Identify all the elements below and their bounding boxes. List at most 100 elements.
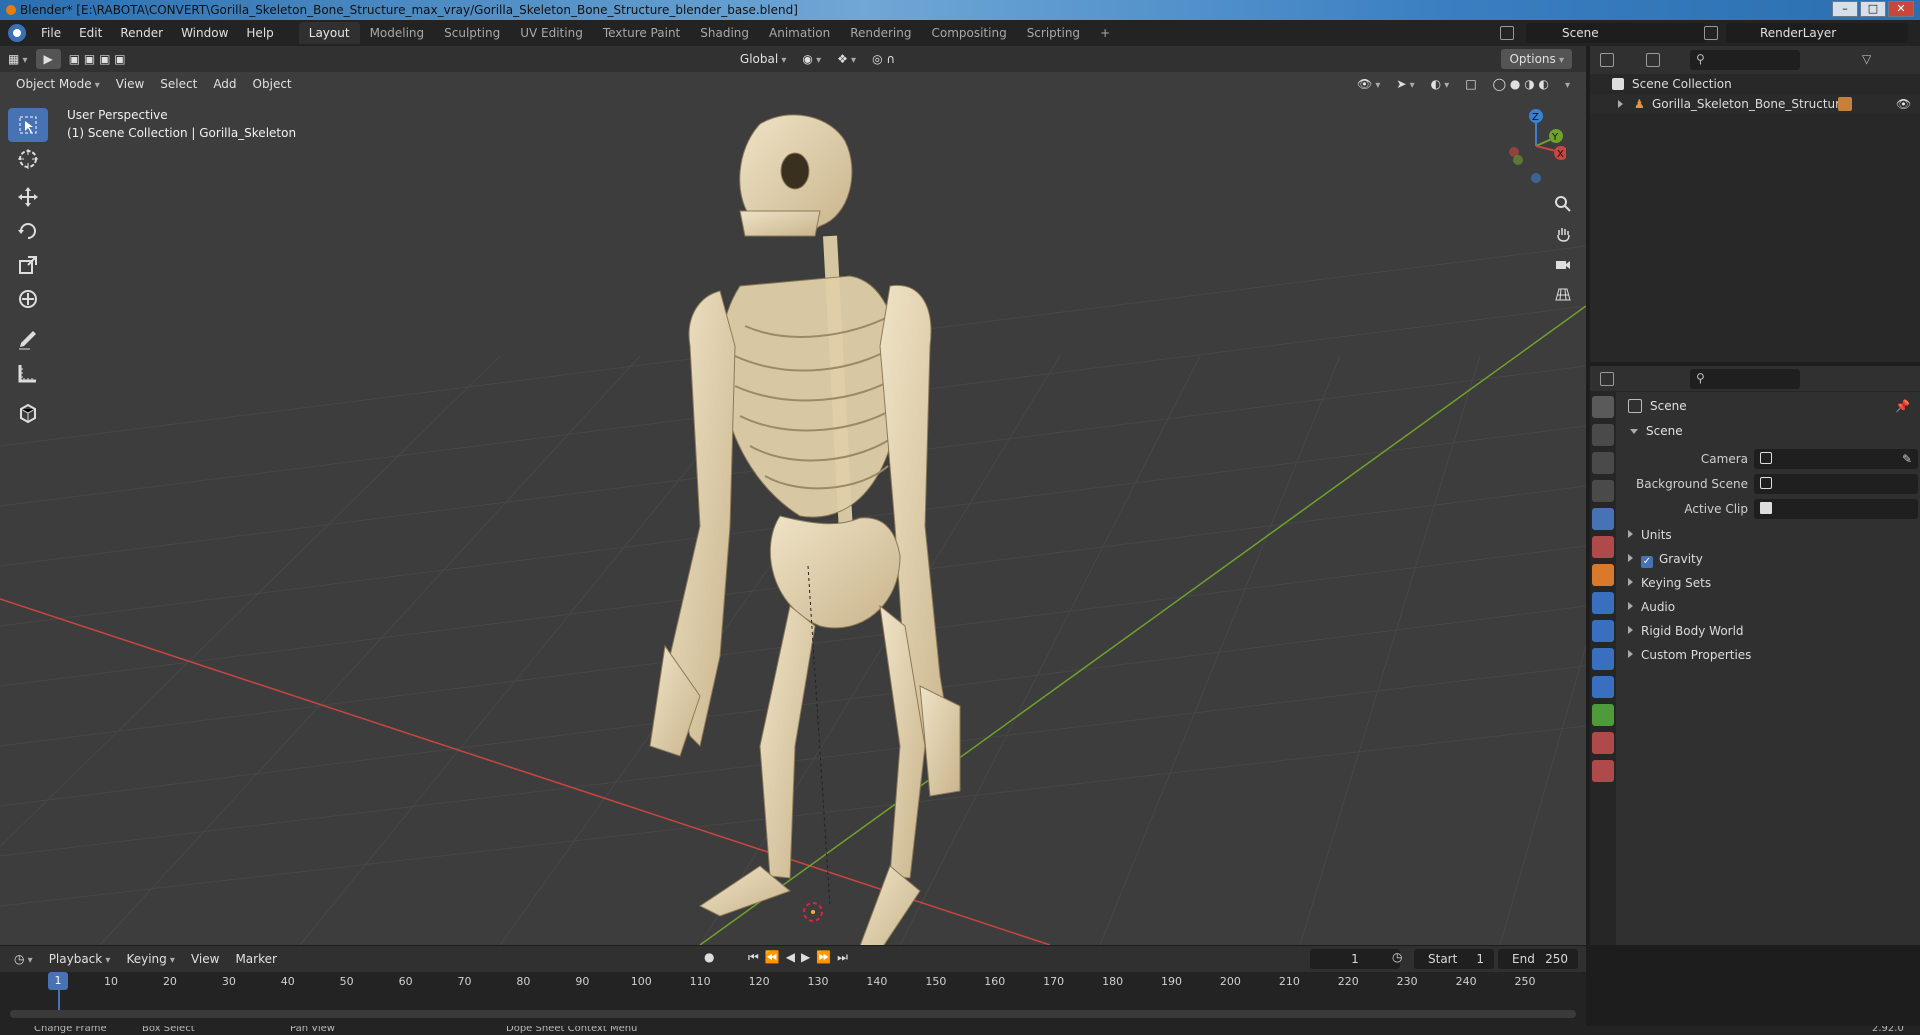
scene-tab-icon[interactable] bbox=[1592, 508, 1614, 530]
menu-object[interactable]: Object bbox=[245, 74, 300, 94]
material-tab-icon[interactable] bbox=[1592, 732, 1614, 754]
active-clip-field[interactable] bbox=[1754, 499, 1918, 519]
playback-controls-icons[interactable]: ⏮⏪◀▶⏩⏭ bbox=[748, 950, 854, 965]
timeline-ruler[interactable]: 10 20 30 40 50 60 70 80 90 100 110 120 130 140 150 160 1… bbox=[0, 972, 1586, 992]
outliner-search-input[interactable] bbox=[1690, 50, 1800, 70]
camera-field[interactable]: ✎ bbox=[1754, 449, 1918, 469]
custom-properties-subsection[interactable]: Custom Properties bbox=[1628, 645, 1751, 665]
expand-arrow-icon[interactable] bbox=[1618, 100, 1623, 108]
gizmo-neg-y[interactable] bbox=[1513, 155, 1523, 165]
keying-sets-subsection[interactable]: Keying Sets bbox=[1628, 573, 1711, 593]
scene-section-header[interactable]: Scene bbox=[1618, 420, 1920, 442]
options-dropdown[interactable]: Options bbox=[1501, 49, 1572, 69]
render-layer-selector[interactable]: RenderLayer bbox=[1704, 23, 1908, 43]
close-button[interactable]: ✕ bbox=[1888, 1, 1914, 17]
shading-mode-icons[interactable]: ◯ ● ◑ ◐ bbox=[1485, 74, 1557, 94]
timeline-editor-icon[interactable]: ◷ bbox=[6, 949, 41, 969]
tab-shading[interactable]: Shading bbox=[690, 22, 759, 44]
transform-tool[interactable] bbox=[8, 282, 48, 316]
eyedropper-icon[interactable]: ✎ bbox=[1902, 449, 1912, 469]
pivot-point-icon[interactable]: ◉ bbox=[794, 49, 829, 69]
record-icon[interactable]: ● bbox=[704, 950, 714, 964]
menu-select[interactable]: Select bbox=[152, 74, 205, 94]
menu-playback[interactable]: Playback bbox=[41, 949, 119, 969]
tab-rendering[interactable]: Rendering bbox=[840, 22, 921, 44]
pin-icon[interactable]: 📌 bbox=[1895, 392, 1910, 420]
gizmo-toggle-icon[interactable]: ➤ bbox=[1388, 74, 1422, 94]
camera-view-icon[interactable] bbox=[1551, 252, 1575, 276]
menu-edit[interactable]: Edit bbox=[70, 20, 111, 46]
editor-type-button[interactable]: ▦ bbox=[0, 49, 36, 69]
world-tab-icon[interactable] bbox=[1592, 536, 1614, 558]
texture-tab-icon[interactable] bbox=[1592, 760, 1614, 782]
outliner-scene-collection[interactable]: Scene Collection bbox=[1590, 74, 1920, 94]
modifier-tab-icon[interactable] bbox=[1592, 592, 1614, 614]
selection-mode-icons[interactable]: ▣ ▣ ▣ ▣ bbox=[61, 49, 134, 69]
move-tool[interactable] bbox=[8, 180, 48, 214]
tab-animation[interactable]: Animation bbox=[759, 22, 840, 44]
properties-search-input[interactable] bbox=[1690, 369, 1800, 389]
add-workspace-button[interactable]: + bbox=[1090, 22, 1120, 44]
start-frame-field[interactable]: Start 1 bbox=[1414, 949, 1494, 969]
preview-range-icon[interactable]: ◷ bbox=[1392, 950, 1402, 964]
timeline-scrollbar[interactable] bbox=[10, 1010, 1576, 1018]
tab-compositing[interactable]: Compositing bbox=[921, 22, 1016, 44]
rotate-tool[interactable] bbox=[8, 214, 48, 248]
filter-icon[interactable]: ▽ bbox=[1862, 52, 1871, 66]
visibility-icon[interactable]: 👁 bbox=[1349, 74, 1388, 94]
menu-render[interactable]: Render bbox=[111, 20, 172, 46]
menu-marker[interactable]: Marker bbox=[227, 949, 284, 969]
menu-file[interactable]: File bbox=[32, 20, 70, 46]
menu-view[interactable]: View bbox=[108, 74, 152, 94]
audio-subsection[interactable]: Audio bbox=[1628, 597, 1675, 617]
particles-tab-icon[interactable] bbox=[1592, 620, 1614, 642]
scene-selector[interactable]: Scene bbox=[1500, 23, 1706, 43]
proportional-edit-icon[interactable]: ◎ ∩ bbox=[864, 49, 903, 69]
xray-toggle-icon[interactable]: □ bbox=[1457, 74, 1484, 94]
current-frame-field[interactable]: 1 bbox=[1310, 949, 1400, 969]
menu-help[interactable]: Help bbox=[237, 20, 282, 46]
armature-data-icon[interactable] bbox=[1838, 97, 1852, 111]
gravity-subsection[interactable]: ✓ Gravity bbox=[1628, 549, 1703, 569]
object-tab-icon[interactable] bbox=[1592, 564, 1614, 586]
tab-scripting[interactable]: Scripting bbox=[1017, 22, 1090, 44]
select-box-tool[interactable] bbox=[8, 108, 48, 142]
units-subsection[interactable]: Units bbox=[1628, 525, 1672, 545]
minimize-button[interactable]: – bbox=[1832, 1, 1858, 17]
snap-icon[interactable]: ❖ bbox=[829, 49, 864, 69]
render-tab-icon[interactable] bbox=[1592, 424, 1614, 446]
tab-sculpting[interactable]: Sculpting bbox=[434, 22, 510, 44]
outliner-editor-icon[interactable] bbox=[1600, 53, 1614, 67]
gizmo-neg-z[interactable] bbox=[1531, 173, 1541, 183]
measure-tool[interactable] bbox=[8, 356, 48, 390]
output-tab-icon[interactable] bbox=[1592, 452, 1614, 474]
tab-layout[interactable]: Layout bbox=[298, 22, 360, 44]
physics-tab-icon[interactable] bbox=[1592, 648, 1614, 670]
ortho-grid-icon[interactable] bbox=[1551, 282, 1575, 306]
playhead-frame[interactable]: 1 bbox=[48, 972, 68, 990]
display-mode-icon[interactable] bbox=[1646, 53, 1660, 67]
cursor-tool[interactable] bbox=[8, 142, 48, 176]
overlay-toggle-icon[interactable]: ◐ bbox=[1423, 74, 1458, 94]
menu-add[interactable]: Add bbox=[205, 74, 244, 94]
maximize-button[interactable]: □ bbox=[1860, 1, 1886, 17]
outliner-item[interactable]: ♟ Gorilla_Skeleton_Bone_Structure 👁 bbox=[1590, 94, 1920, 114]
gravity-checkbox[interactable]: ✓ bbox=[1641, 556, 1653, 568]
shading-options-icon[interactable] bbox=[1557, 74, 1578, 94]
scale-tool[interactable] bbox=[8, 248, 48, 282]
3d-viewport[interactable]: ▦ ▶ ▣ ▣ ▣ ▣ Global ◉ ❖ ◎ ∩ Options Objec… bbox=[0, 46, 1586, 945]
menu-timeline-view[interactable]: View bbox=[183, 949, 227, 969]
tab-uv-editing[interactable]: UV Editing bbox=[510, 22, 593, 44]
transform-orientation-dropdown[interactable]: Global bbox=[732, 49, 794, 69]
data-tab-icon[interactable] bbox=[1592, 704, 1614, 726]
end-frame-field[interactable]: End 250 bbox=[1498, 949, 1578, 969]
menu-keying[interactable]: Keying bbox=[118, 949, 183, 969]
tab-modeling[interactable]: Modeling bbox=[360, 22, 435, 44]
select-tool-icon[interactable]: ▶ bbox=[35, 49, 61, 69]
background-scene-field[interactable] bbox=[1754, 474, 1918, 494]
blender-logo-icon[interactable] bbox=[8, 24, 26, 42]
zoom-icon[interactable] bbox=[1551, 192, 1575, 216]
menu-window[interactable]: Window bbox=[172, 20, 237, 46]
add-cube-tool[interactable] bbox=[8, 396, 48, 430]
object-mode-dropdown[interactable]: Object Mode bbox=[8, 74, 108, 94]
